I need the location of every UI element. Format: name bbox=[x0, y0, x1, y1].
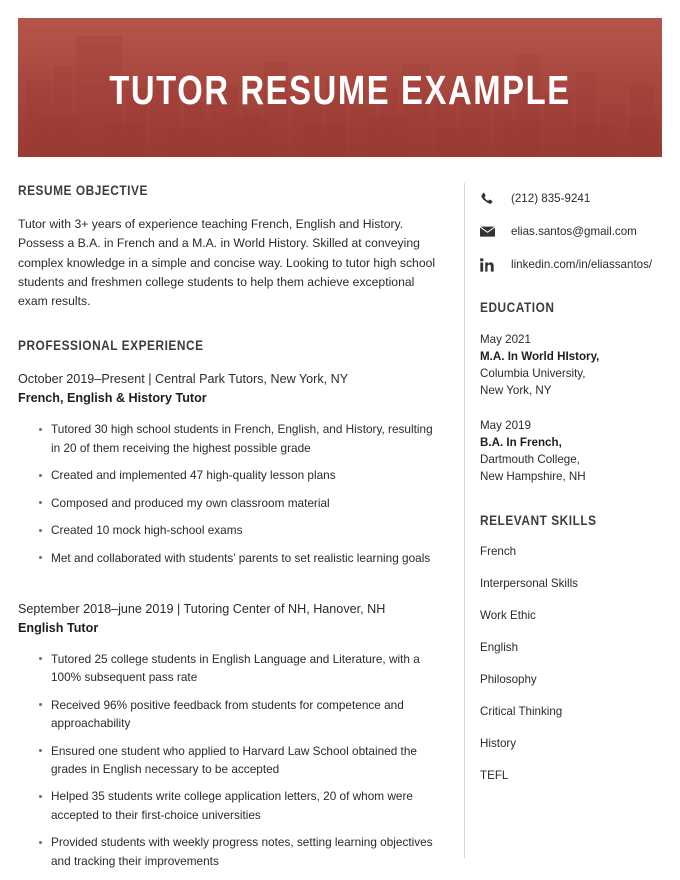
education-item: May 2019 B.A. In French, Dartmouth Colle… bbox=[480, 417, 670, 485]
experience-item: October 2019–Present | Central Park Tuto… bbox=[18, 370, 442, 566]
education-item: May 2021 M.A. In World HIstory, Columbia… bbox=[480, 331, 670, 399]
job-title: English Tutor bbox=[18, 620, 99, 635]
skill-item: English bbox=[480, 641, 519, 654]
phone-icon bbox=[480, 190, 497, 207]
job-bullet: Helped 35 students write college applica… bbox=[18, 787, 442, 824]
contact-phone[interactable]: (212) 835-9241 bbox=[480, 190, 670, 207]
skill-item: Interpersonal Skills bbox=[480, 577, 578, 590]
job-bullet: Created 10 mock high-school exams bbox=[18, 521, 442, 539]
skill-item: Critical Thinking bbox=[480, 705, 563, 718]
main-column: RESUME OBJECTIVE Tutor with 3+ years of … bbox=[18, 183, 442, 879]
education-location: New York, NY bbox=[480, 384, 552, 397]
job-bullet: Tutored 25 college students in English L… bbox=[18, 650, 442, 687]
skill-item: Work Ethic bbox=[480, 609, 536, 622]
page-title: TUTOR RESUME EXAMPLE bbox=[109, 67, 571, 113]
contact-linkedin[interactable]: linkedin.com/in/eliassantos/ bbox=[480, 256, 670, 273]
experience-spacer bbox=[18, 576, 442, 600]
section-heading-experience: PROFESSIONAL EXPERIENCE bbox=[18, 338, 204, 354]
skill-item: French bbox=[480, 545, 517, 558]
email-icon bbox=[480, 223, 497, 240]
column-divider bbox=[464, 183, 465, 858]
education-degree: B.A. In French, bbox=[480, 436, 562, 449]
objective-text: Tutor with 3+ years of experience teachi… bbox=[18, 217, 436, 309]
skill-item: History bbox=[480, 737, 517, 750]
job-bullet: Received 96% positive feedback from stud… bbox=[18, 696, 442, 733]
job-bullet: Composed and produced my own classroom m… bbox=[18, 494, 442, 512]
skills-list: French Interpersonal Skills Work Ethic E… bbox=[480, 543, 670, 784]
skill-item: Philosophy bbox=[480, 673, 537, 686]
section-heading-objective: RESUME OBJECTIVE bbox=[18, 183, 148, 198]
linkedin-icon bbox=[480, 256, 497, 273]
job-bullet: Met and collaborated with students’ pare… bbox=[18, 549, 442, 567]
header-banner: TUTOR RESUME EXAMPLE bbox=[18, 18, 662, 157]
job-bullet-list: Tutored 30 high school students in Frenc… bbox=[18, 420, 442, 566]
education-date: May 2021 bbox=[480, 333, 531, 346]
education-location: New Hampshire, NH bbox=[480, 470, 586, 483]
linkedin-value: linkedin.com/in/eliassantos/ bbox=[511, 257, 653, 271]
job-title: French, English & History Tutor bbox=[18, 391, 207, 406]
contact-email[interactable]: elias.santos@gmail.com bbox=[480, 223, 670, 240]
education-school: Dartmouth College, bbox=[480, 453, 580, 466]
section-heading-education: EDUCATION bbox=[480, 300, 555, 315]
job-bullet: Tutored 30 high school students in Frenc… bbox=[18, 420, 442, 457]
email-value: elias.santos@gmail.com bbox=[511, 224, 637, 238]
skill-item: TEFL bbox=[480, 769, 509, 782]
job-bullet: Provided students with weekly progress n… bbox=[18, 833, 442, 870]
experience-item: September 2018–june 2019 | Tutoring Cent… bbox=[18, 600, 442, 870]
education-school: Columbia University, bbox=[480, 367, 586, 380]
section-heading-skills: RELEVANT SKILLS bbox=[480, 513, 597, 528]
job-date: September 2018–june 2019 | Tutoring Cent… bbox=[18, 601, 386, 616]
job-bullet-list: Tutored 25 college students in English L… bbox=[18, 650, 442, 870]
education-date: May 2019 bbox=[480, 419, 531, 432]
job-date: October 2019–Present | Central Park Tuto… bbox=[18, 372, 349, 387]
sidebar-column: (212) 835-9241 elias.santos@gmail.com li… bbox=[480, 190, 670, 799]
job-bullet: Ensured one student who applied to Harva… bbox=[18, 742, 442, 779]
phone-value: (212) 835-9241 bbox=[511, 191, 591, 205]
education-degree: M.A. In World HIstory, bbox=[480, 350, 600, 363]
job-bullet: Created and implemented 47 high-quality … bbox=[18, 466, 442, 484]
